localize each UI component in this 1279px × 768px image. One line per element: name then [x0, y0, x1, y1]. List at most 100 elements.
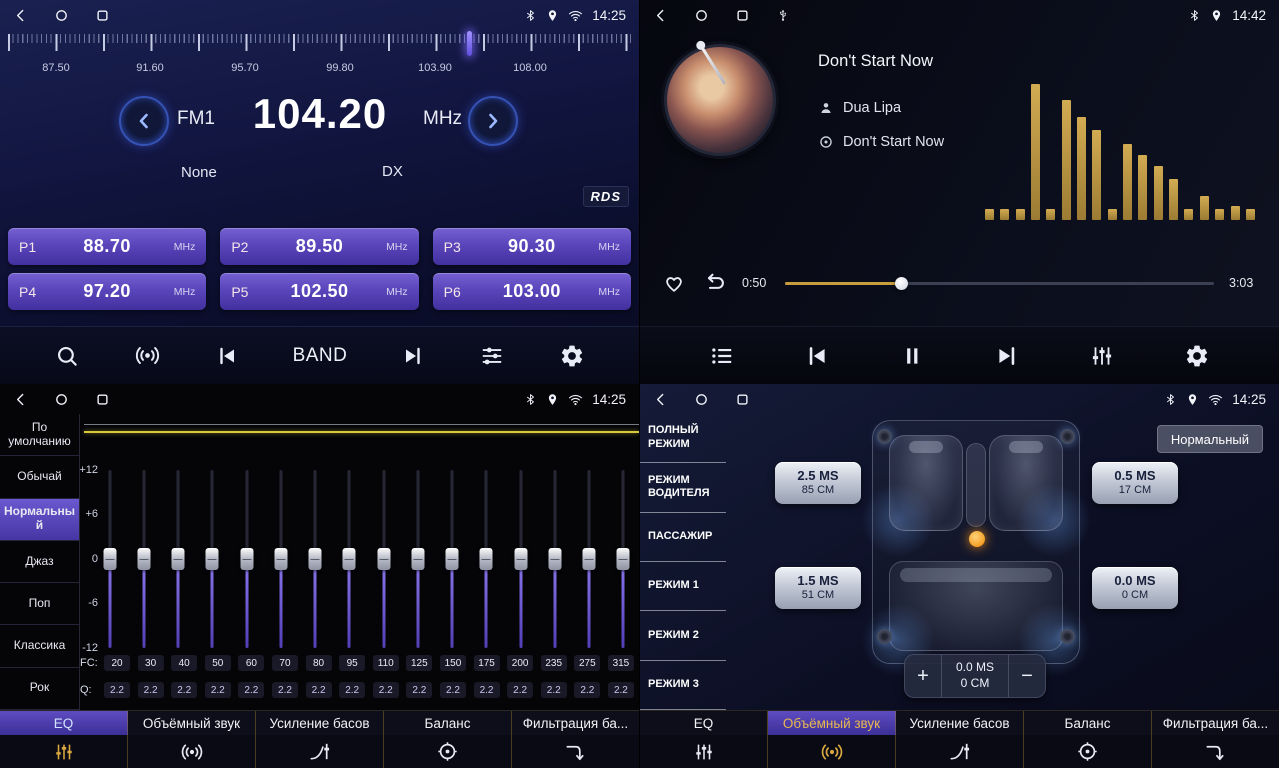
progress-slider[interactable] — [785, 276, 1214, 291]
home-circle-icon[interactable] — [694, 392, 709, 407]
delay-increase-button[interactable]: + — [905, 665, 941, 688]
eq-preset-item[interactable]: Рок — [0, 668, 79, 710]
delay-rear-right-button[interactable]: 0.0 MS0 CM — [1092, 567, 1178, 609]
back-icon[interactable] — [653, 8, 668, 23]
eq-band-slider[interactable] — [616, 470, 631, 648]
preset-button-p1[interactable]: P188.70MHz — [8, 228, 206, 265]
mode-item-3[interactable]: РЕЖИМ 3 — [640, 661, 726, 710]
delay-front-left-button[interactable]: 2.5 MS85 CM — [775, 462, 861, 504]
home-circle-icon[interactable] — [54, 392, 69, 407]
mode-item-driver[interactable]: РЕЖИМ ВОДИТЕЛЯ — [640, 463, 726, 512]
car-stereo-screen: 14:25 87.50 91.60 95.70 99.80 103.90 108… — [0, 0, 1279, 768]
tab-surround[interactable]: Объёмный звук — [768, 711, 896, 735]
tab-eq[interactable]: EQ — [640, 711, 768, 735]
eq-band-slider[interactable] — [547, 470, 562, 648]
eq-band-slider[interactable] — [582, 470, 597, 648]
tune-up-button[interactable] — [468, 96, 518, 146]
tab-eq[interactable]: EQ — [0, 711, 128, 735]
back-icon[interactable] — [653, 392, 668, 407]
mode-item-full[interactable]: ПОЛНЫЙ РЕЖИМ — [640, 414, 726, 463]
q-value-cell: 2.2 — [474, 682, 500, 698]
tab-balance[interactable]: Баланс — [1024, 711, 1152, 735]
recents-square-icon[interactable] — [735, 8, 750, 23]
back-icon[interactable] — [13, 392, 28, 407]
delay-rear-left-button[interactable]: 1.5 MS51 CM — [775, 567, 861, 609]
preset-button-p3[interactable]: P390.30MHz — [433, 228, 631, 265]
mode-item-passenger[interactable]: ПАССАЖИР — [640, 513, 726, 562]
recents-square-icon[interactable] — [95, 392, 110, 407]
eq-sliders-icon[interactable] — [0, 735, 128, 768]
balance-target-icon[interactable] — [1024, 735, 1152, 768]
tab-surround[interactable]: Объёмный звук — [128, 711, 256, 735]
settings-gear-button[interactable] — [1184, 343, 1210, 369]
eq-preset-item[interactable]: Классика — [0, 625, 79, 667]
settings-gear-button[interactable] — [559, 343, 585, 369]
prev-station-button[interactable] — [215, 344, 239, 368]
eq-band-slider[interactable] — [376, 470, 391, 648]
tab-bass-boost[interactable]: Усиление басов — [256, 711, 384, 735]
eq-band-slider[interactable] — [239, 470, 254, 648]
preset-button-p2[interactable]: P289.50MHz — [220, 228, 418, 265]
tune-down-button[interactable] — [119, 96, 169, 146]
surround-sound-icon[interactable] — [768, 735, 896, 768]
eq-preset-item[interactable]: Поп — [0, 583, 79, 625]
delay-front-right-button[interactable]: 0.5 MS17 CM — [1092, 462, 1178, 504]
eq-band-slider[interactable] — [342, 470, 357, 648]
tab-balance[interactable]: Баланс — [384, 711, 512, 735]
sound-preset-button[interactable]: Нормальный — [1157, 425, 1263, 453]
next-station-button[interactable] — [401, 344, 425, 368]
tab-filter[interactable]: Фильтрация ба... — [512, 711, 639, 735]
eq-band-slider[interactable] — [445, 470, 460, 648]
eq-preset-item[interactable]: Джаз — [0, 541, 79, 583]
eq-band-slider[interactable] — [205, 470, 220, 648]
scan-button[interactable] — [54, 343, 80, 369]
progress-knob[interactable] — [895, 277, 908, 290]
frequency-ruler[interactable] — [8, 34, 631, 58]
rear-left-speaker — [877, 629, 892, 644]
surround-sound-icon[interactable] — [128, 735, 256, 768]
delay-decrease-button[interactable]: − — [1009, 665, 1045, 688]
eq-band-slider[interactable] — [513, 470, 528, 648]
home-circle-icon[interactable] — [694, 8, 709, 23]
filter-icon[interactable] — [512, 735, 639, 768]
preset-button-p4[interactable]: P497.20MHz — [8, 273, 206, 310]
eq-preset-item-selected[interactable]: Нормальный — [0, 499, 79, 541]
eq-preset-item[interactable]: Обычай — [0, 456, 79, 498]
bass-boost-icon[interactable] — [256, 735, 384, 768]
mixer-button[interactable] — [1089, 343, 1115, 369]
next-track-button[interactable] — [994, 343, 1020, 369]
playlist-button[interactable] — [709, 343, 735, 369]
location-icon — [546, 9, 559, 22]
mode-item-1[interactable]: РЕЖИМ 1 — [640, 562, 726, 611]
band-button[interactable]: BAND — [293, 345, 348, 367]
recents-square-icon[interactable] — [735, 392, 750, 407]
eq-preset-item[interactable]: По умолчанию — [0, 414, 79, 456]
eq-band-slider[interactable] — [479, 470, 494, 648]
tab-bass-boost[interactable]: Усиление басов — [896, 711, 1024, 735]
listening-position-dot[interactable] — [969, 531, 985, 547]
mode-item-2[interactable]: РЕЖИМ 2 — [640, 611, 726, 660]
preset-button-p6[interactable]: P6103.00MHz — [433, 273, 631, 310]
audio-settings-button[interactable] — [479, 343, 505, 369]
car-cabin-diagram — [872, 420, 1080, 664]
bass-boost-icon[interactable] — [896, 735, 1024, 768]
home-circle-icon[interactable] — [54, 8, 69, 23]
eq-band-slider[interactable] — [136, 470, 151, 648]
recents-square-icon[interactable] — [95, 8, 110, 23]
eq-band-slider[interactable] — [171, 470, 186, 648]
preset-button-p5[interactable]: P5102.50MHz — [220, 273, 418, 310]
eq-sliders-icon[interactable] — [640, 735, 768, 768]
prev-track-button[interactable] — [804, 343, 830, 369]
back-icon[interactable] — [13, 8, 28, 23]
filter-icon[interactable] — [1152, 735, 1279, 768]
favorite-heart-button[interactable] — [662, 271, 686, 295]
broadcast-button[interactable] — [134, 342, 161, 369]
tab-filter[interactable]: Фильтрация ба... — [1152, 711, 1279, 735]
eq-band-slider[interactable] — [410, 470, 425, 648]
repeat-button[interactable] — [701, 270, 727, 296]
eq-band-slider[interactable] — [308, 470, 323, 648]
balance-target-icon[interactable] — [384, 735, 512, 768]
eq-band-slider[interactable] — [273, 470, 288, 648]
pause-button[interactable] — [899, 343, 925, 369]
eq-band-slider[interactable] — [102, 470, 117, 648]
